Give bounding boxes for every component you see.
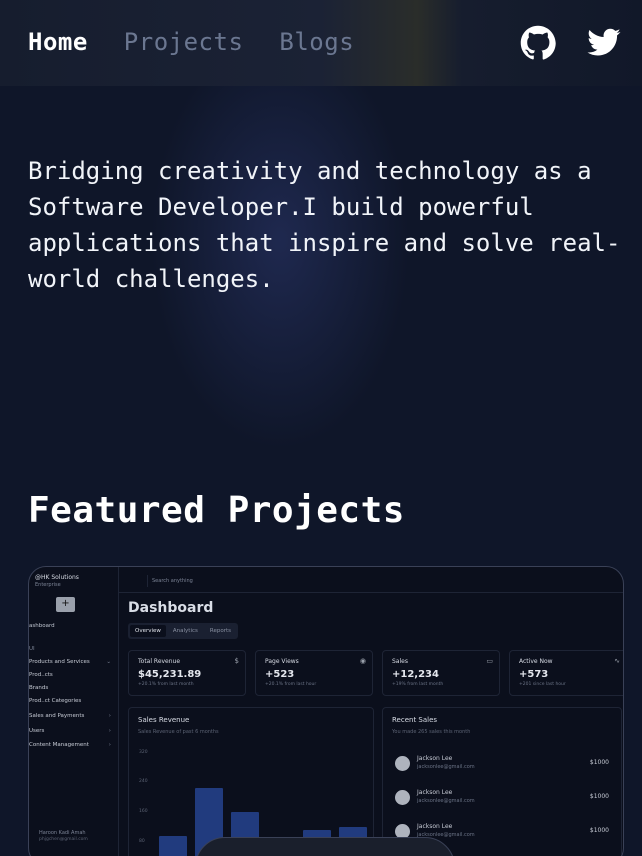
twitter-icon[interactable] (586, 25, 622, 61)
preview-org-name: @HK Solutions (35, 574, 79, 581)
recent-sales-title: Recent Sales (392, 716, 438, 724)
stat-title: Active Now (519, 658, 553, 665)
stat-title: Sales (392, 658, 408, 665)
recent-sales-subtitle: You made 265 sales this month (392, 729, 471, 735)
chevron-right-icon: › (108, 742, 111, 748)
hero-intro: Bridging creativity and technology as a … (28, 157, 621, 293)
sale-email: jacksonlee@gmail.com (417, 798, 475, 804)
github-icon[interactable] (520, 25, 556, 61)
avatar (395, 756, 410, 771)
stat-title: Page Views (265, 658, 299, 665)
preview-tab-overview: Overview (130, 625, 166, 637)
preview-tab-analytics: Analytics (172, 628, 198, 634)
preview-dashboard-title: Dashboard (128, 600, 214, 616)
nav-links: Home Projects Blogs (28, 28, 354, 56)
preview-sidebar-dashboard: ashboard (29, 623, 55, 629)
preview-sidebar-item-label: Prod..cts (29, 672, 53, 678)
preview-revenue-panel: Sales Revenue Sales Revenue of past 6 mo… (128, 707, 374, 856)
preview-user-email: phjgchen@gmail.com (39, 837, 88, 842)
credit-card-icon: ▭ (486, 657, 493, 665)
sale-amount: $1000 (589, 827, 609, 834)
stat-value: +12,234 (392, 669, 439, 680)
preview-stat-card: Page Views ◉ +523 +20.1% from last hour (255, 650, 373, 696)
preview-stat-card: Total Revenue $ $45,231.89 +20.1% from l… (128, 650, 246, 696)
chevron-right-icon: › (108, 713, 111, 719)
stat-sub: +19% from last month (392, 682, 444, 687)
preview-org-plan: Enterprise (35, 582, 61, 588)
revenue-y-label: 240 (139, 779, 148, 784)
stat-value: +523 (265, 669, 295, 680)
sale-name: Jackson Lee (417, 755, 453, 762)
navbar: Home Projects Blogs (0, 0, 642, 86)
preview-sidebar-item-label: Content Management (29, 742, 89, 748)
chevron-down-icon: ⌄ (106, 659, 111, 665)
stat-sub: +201 since last hour (519, 682, 566, 687)
preview-sidebar: @HK Solutions Enterprise + ashboard UI P… (29, 567, 119, 856)
preview-sidebar-item: Content Management › (29, 742, 113, 748)
preview-sidebar-item: Sales and Payments › (29, 713, 113, 719)
revenue-bar (159, 836, 187, 856)
featured-projects-title: Featured Projects (28, 490, 405, 531)
revenue-y-label: 320 (139, 750, 148, 755)
dollar-icon: $ (234, 657, 239, 665)
preview-sidebar-item-label: Users (29, 728, 45, 734)
project-card[interactable]: @HK Solutions Enterprise + ashboard UI P… (28, 566, 624, 856)
revenue-y-label: 160 (139, 809, 148, 814)
sale-row: Jackson Lee jacksonlee@gmail.com $1000 (383, 788, 613, 812)
preview-tab-reports: Reports (209, 628, 231, 634)
preview-user-name: Haroon Kadi Amah (39, 830, 86, 836)
eye-icon: ◉ (359, 657, 366, 665)
preview-sidebar-item-label: Brands (29, 685, 49, 691)
preview-sidebar-section: UI (29, 646, 35, 652)
nav-link-blogs[interactable]: Blogs (279, 28, 354, 56)
sale-amount: $1000 (589, 793, 609, 800)
preview-sidebar-item: Prod..ct Categories (29, 698, 113, 704)
preview-sidebar-item: Products and Services ⌄ (29, 659, 113, 665)
social-links (520, 25, 622, 61)
revenue-title: Sales Revenue (138, 716, 190, 724)
preview-floating-dock (195, 837, 455, 856)
preview-sidebar-item-label: Products and Services (29, 659, 90, 665)
preview-stat-card: Sales ▭ +12,234 +19% from last month (382, 650, 500, 696)
sale-name: Jackson Lee (417, 789, 453, 796)
preview-sidebar-item-label: Prod..ct Categories (29, 698, 82, 704)
preview-recent-sales-panel: Recent Sales You made 265 sales this mon… (382, 707, 622, 856)
preview-stat-card: Active Now ∿ +573 +201 since last hour (509, 650, 623, 696)
stat-value: +573 (519, 669, 549, 680)
stat-sub: +20.1% from last hour (265, 682, 317, 687)
nav-link-projects[interactable]: Projects (124, 28, 244, 56)
nav-link-home[interactable]: Home (28, 28, 88, 56)
sale-name: Jackson Lee (417, 823, 453, 830)
preview-sidebar-item-label: Sales and Payments (29, 713, 85, 719)
sale-amount: $1000 (589, 759, 609, 766)
revenue-y-label: 80 (139, 839, 145, 844)
preview-sidebar-item: Prod..cts (29, 672, 113, 678)
sale-row: Jackson Lee jacksonlee@gmail.com $1000 (383, 754, 613, 778)
chevron-right-icon: › (108, 728, 111, 734)
preview-add-button: + (56, 597, 75, 612)
sale-email: jacksonlee@gmail.com (417, 764, 475, 770)
stat-value: $45,231.89 (138, 669, 202, 680)
activity-icon: ∿ (614, 657, 620, 665)
preview-tabs: Overview Analytics Reports (128, 623, 238, 639)
stat-title: Total Revenue (138, 658, 181, 665)
avatar (395, 790, 410, 805)
preview-search: Search anything (147, 575, 617, 587)
preview-sidebar-item: Brands (29, 685, 113, 691)
revenue-subtitle: Sales Revenue of past 6 months (138, 729, 219, 735)
stat-sub: +20.1% from last month (138, 682, 194, 687)
preview-sidebar-item: Users › (29, 728, 113, 734)
